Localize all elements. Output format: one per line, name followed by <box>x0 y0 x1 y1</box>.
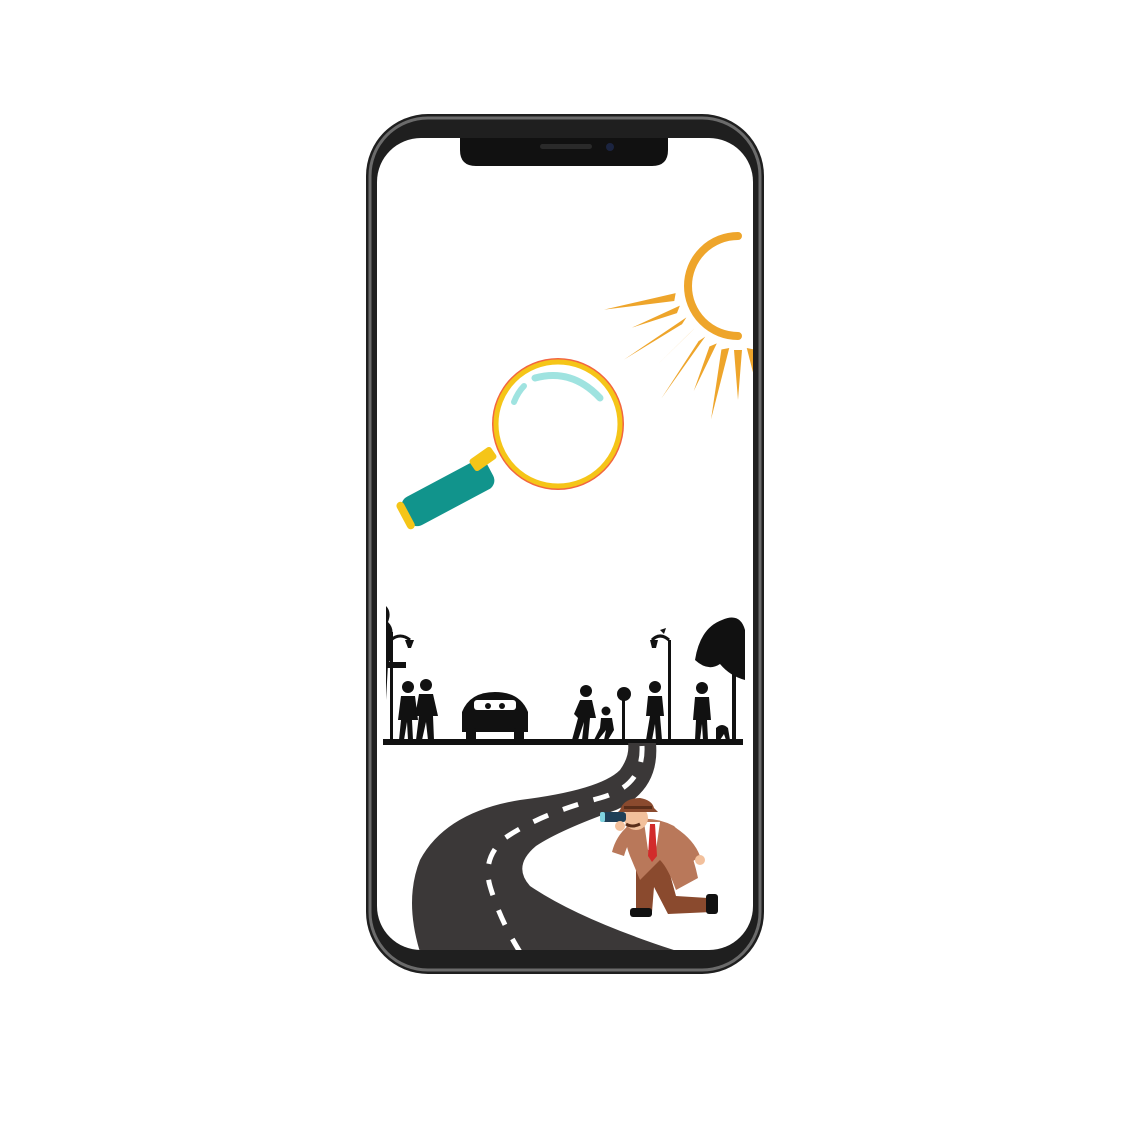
phone-frame <box>366 114 764 974</box>
sun-ray <box>800 293 872 309</box>
sun-ray <box>771 337 815 399</box>
sun-ray <box>790 317 853 359</box>
illustration <box>0 0 1125 1125</box>
sun-ray <box>781 328 820 366</box>
sun-ray <box>796 306 844 328</box>
